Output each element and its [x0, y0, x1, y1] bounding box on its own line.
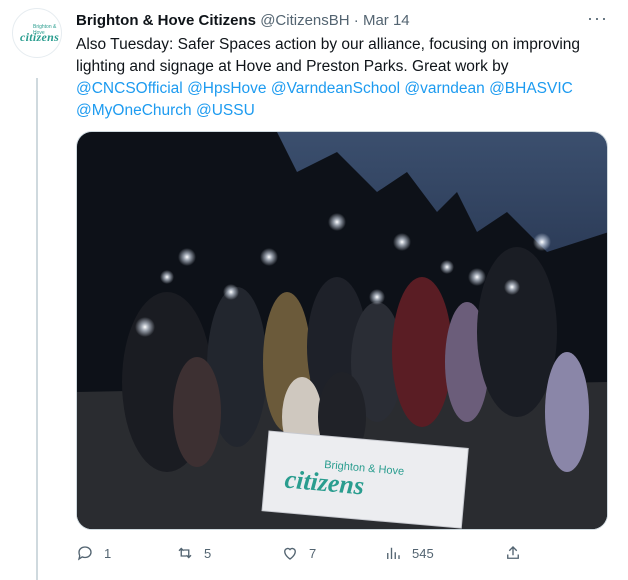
mention-link[interactable]: @HpsHove — [187, 80, 266, 97]
views-count: 545 — [412, 545, 434, 561]
like-count: 7 — [309, 545, 317, 561]
mention-link[interactable]: @MyOneChurch — [76, 102, 192, 119]
views-icon — [387, 547, 400, 559]
tweet-header: Brighton & Hove Citizens @CitizensBH · M… — [76, 11, 410, 31]
reply-button[interactable]: 1 — [76, 544, 111, 562]
retweet-icon — [178, 547, 192, 559]
mention-link[interactable]: @USSU — [196, 102, 255, 119]
avatar[interactable]: Brighton & Hove citizens — [12, 8, 62, 58]
like-button[interactable]: 7 — [281, 544, 316, 562]
retweet-button[interactable]: 5 — [176, 544, 211, 562]
reply-icon — [77, 546, 92, 561]
retweet-count: 5 — [204, 545, 212, 561]
tweet-date[interactable]: Mar 14 — [363, 12, 410, 29]
share-icon — [507, 546, 519, 559]
avatar-logo-text: citizens — [20, 30, 60, 44]
tweet-body: Also Tuesday: Safer Spaces action by our… — [76, 36, 581, 75]
separator-dot: · — [353, 12, 359, 29]
mention-link[interactable]: @BHASVIC — [489, 80, 573, 97]
share-button[interactable] — [504, 544, 522, 562]
mention-link[interactable]: @VarndeanSchool — [271, 80, 400, 97]
mention-link[interactable]: @varndean — [404, 80, 484, 97]
citizens-banner: Brighton & Hove citizens — [261, 430, 469, 529]
like-icon — [284, 547, 296, 560]
mention-link[interactable]: @CNCSOfficial — [76, 80, 183, 97]
reply-count: 1 — [104, 545, 112, 561]
photo-canvas: Brighton & Hove citizens — [77, 132, 607, 529]
action-bar: 1 5 7 545 — [76, 544, 526, 566]
author-name[interactable]: Brighton & Hove Citizens — [76, 12, 256, 29]
mentions-list: @CNCSOfficial @HpsHove @VarndeanSchool @… — [76, 80, 573, 119]
author-handle[interactable]: @CitizensBH — [260, 12, 349, 29]
more-options-icon[interactable]: ··· — [587, 8, 608, 29]
tweet-text: Also Tuesday: Safer Spaces action by our… — [76, 34, 612, 122]
thread-line — [36, 78, 38, 580]
views-button[interactable]: 545 — [384, 544, 434, 562]
tweet-photo[interactable]: Brighton & Hove citizens — [76, 131, 608, 530]
